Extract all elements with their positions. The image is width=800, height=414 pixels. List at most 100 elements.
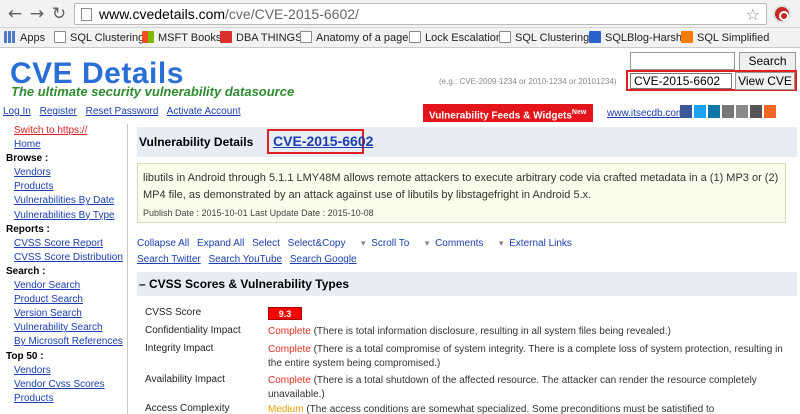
bookmark-msft-books[interactable]: MSFT Books <box>142 30 221 46</box>
linkedin-icon[interactable] <box>708 105 720 118</box>
integrity-label: Integrity Impact <box>145 343 214 354</box>
sidebar-item-vulnerability-search[interactable]: Vulnerability Search <box>4 321 127 335</box>
view-cve-button[interactable]: View CVE <box>735 72 795 90</box>
sidebar-item-product-search[interactable]: Product Search <box>4 293 127 307</box>
select-copy-link[interactable]: Select&Copy <box>288 238 346 249</box>
confidentiality-value: Complete (There is total information dis… <box>268 326 671 337</box>
access-complexity-label: Access Complexity <box>145 403 230 414</box>
cvss-score-badge: 9.3 <box>268 307 302 320</box>
bookmark-sqlblog-harsh[interactable]: SQLBlog-Harsh <box>589 30 682 46</box>
action-links: Collapse All Expand All Select Select&Co… <box>137 238 577 249</box>
cvss-section-title: – CVSS Scores & Vulnerability Types <box>139 277 350 291</box>
search-twitter-link[interactable]: Search Twitter <box>137 254 201 265</box>
bookmark-star-icon[interactable]: ☆ <box>746 5 760 24</box>
search-google-link[interactable]: Search Google <box>290 254 357 265</box>
vulnerability-details-header: Vulnerability Details CVE-2015-6602 <box>137 127 797 157</box>
blogger-icon <box>681 31 693 43</box>
red-icon <box>220 31 232 43</box>
site-tagline: The ultimate security vulnerability data… <box>11 84 295 99</box>
page-icon <box>409 31 421 43</box>
search-button[interactable]: Search <box>739 52 796 71</box>
access-complexity-value: Medium (The access conditions are somewh… <box>268 404 715 414</box>
availability-label: Availability Impact <box>145 374 225 385</box>
cvss-section-header[interactable]: – CVSS Scores & Vulnerability Types <box>137 272 797 296</box>
windows-icon <box>142 31 154 43</box>
forward-arrow-icon[interactable]: → <box>28 5 46 23</box>
login-link[interactable]: Log In <box>3 106 31 117</box>
sidebar-item-vendors[interactable]: Vendors <box>4 166 127 180</box>
cve-example-hint: (e.g.: CVE-2009-1234 or 2010-1234 or 201… <box>439 77 617 86</box>
twitter-icon[interactable] <box>694 105 706 118</box>
https-link[interactable]: Switch to https:// <box>4 124 127 138</box>
browser-toolbar: ← → ↻ www.cvedetails.com/cve/CVE-2015-66… <box>0 0 800 28</box>
sidebar-item-vulns-by-type[interactable]: Vulnerabilities By Type <box>4 209 127 223</box>
register-link[interactable]: Register <box>40 106 77 117</box>
social-share-icons <box>680 105 778 119</box>
apps-icon <box>4 31 16 43</box>
bookmark-lock-escalation[interactable]: Lock Escalation <box>409 30 502 46</box>
page-icon <box>54 31 66 43</box>
external-links-menu[interactable]: External Links <box>509 238 572 249</box>
dropdown-arrow-icon: ▼ <box>497 239 506 248</box>
publish-dates: Publish Date : 2015-10-01 Last Update Da… <box>143 208 374 218</box>
page-icon <box>81 8 92 21</box>
expand-all-link[interactable]: Expand All <box>197 238 244 249</box>
search-links: Search Twitter Search YouTube Search Goo… <box>137 254 362 265</box>
cve-id-input[interactable]: CVE-2015-6602 <box>630 73 732 89</box>
sidebar-item-top-vendors[interactable]: Vendors <box>4 364 127 378</box>
bookmark-sql-clustering-2[interactable]: SQL Clustering <box>499 30 589 46</box>
sidebar-item-version-search[interactable]: Version Search <box>4 307 127 321</box>
select-link[interactable]: Select <box>252 238 280 249</box>
page-icon <box>499 31 511 43</box>
vulnerability-summary: libutils in Android through 5.1.1 LMY48M… <box>137 163 786 223</box>
sidebar-item-vendor-search[interactable]: Vendor Search <box>4 279 127 293</box>
facebook-icon[interactable] <box>680 105 692 118</box>
cvss-score-label: CVSS Score <box>145 307 202 318</box>
bookmark-dba-things[interactable]: DBA THINGS <box>220 30 302 46</box>
reports-heading: Reports : <box>6 223 50 235</box>
user-links: Log In Register Reset Password Activate … <box>3 106 247 117</box>
page-icon <box>300 31 312 43</box>
dropdown-arrow-icon: ▼ <box>423 239 432 248</box>
integrity-value: Complete (There is a total compromise of… <box>268 344 783 369</box>
bookmark-sql-clustering[interactable]: SQL Clustering <box>54 30 144 46</box>
email-icon[interactable] <box>722 105 734 118</box>
extension-icon[interactable] <box>773 5 791 23</box>
confidentiality-label: Confidentiality Impact <box>145 325 241 336</box>
search-youtube-link[interactable]: Search YouTube <box>209 254 283 265</box>
activate-account-link[interactable]: Activate Account <box>167 106 241 117</box>
scroll-to-menu[interactable]: Scroll To <box>371 238 409 249</box>
sidebar-item-top-vendor-cvss[interactable]: Vendor Cvss Scores <box>4 378 127 392</box>
url-text[interactable]: www.cvedetails.com/cve/CVE-2015-6602/ <box>99 6 359 23</box>
availability-value: Complete (There is a total shutdown of t… <box>268 375 757 400</box>
bookmark-sql-simplified[interactable]: SQL Simplified <box>681 30 769 46</box>
bookmark-icon[interactable] <box>750 105 762 118</box>
sidebar-item-ms-references[interactable]: By Microsoft References <box>4 335 127 349</box>
sidebar-item-cvss-score-distribution[interactable]: CVSS Score Distribution <box>4 251 127 265</box>
back-arrow-icon[interactable]: ← <box>6 5 24 23</box>
sidebar-item-products[interactable]: Products <box>4 180 127 194</box>
reload-icon[interactable]: ↻ <box>50 5 68 23</box>
share-plus-icon[interactable] <box>764 105 776 118</box>
blue-icon <box>589 31 601 43</box>
collapse-all-link[interactable]: Collapse All <box>137 238 189 249</box>
sidebar-item-vulns-by-date[interactable]: Vulnerabilities By Date <box>4 194 127 208</box>
comments-menu[interactable]: Comments <box>435 238 483 249</box>
cve-id-link[interactable]: CVE-2015-6602 <box>273 133 373 149</box>
search-heading: Search : <box>6 265 46 277</box>
page-title: Vulnerability Details <box>139 135 254 149</box>
sidebar-item-cvss-score-report[interactable]: CVSS Score Report <box>4 237 127 251</box>
sidebar-item-top-products[interactable]: Products <box>4 392 127 406</box>
vulnerability-description: libutils in Android through 5.1.1 LMY48M… <box>143 172 779 201</box>
new-badge: New <box>571 109 587 116</box>
address-bar[interactable]: www.cvedetails.com/cve/CVE-2015-6602/ ☆ <box>74 3 767 25</box>
itsecdb-link[interactable]: www.itsecdb.com <box>607 108 684 119</box>
reset-password-link[interactable]: Reset Password <box>86 106 159 117</box>
bookmark-anatomy-of-a-page[interactable]: Anatomy of a page <box>300 30 408 46</box>
print-icon[interactable] <box>736 105 748 118</box>
feeds-widgets-banner[interactable]: Vulnerability Feeds & WidgetsNew <box>423 104 593 122</box>
home-link[interactable]: Home <box>4 138 127 152</box>
top50-heading: Top 50 : <box>6 350 44 362</box>
site-search-input[interactable] <box>630 52 735 70</box>
bookmark-apps[interactable]: Apps <box>4 30 45 46</box>
